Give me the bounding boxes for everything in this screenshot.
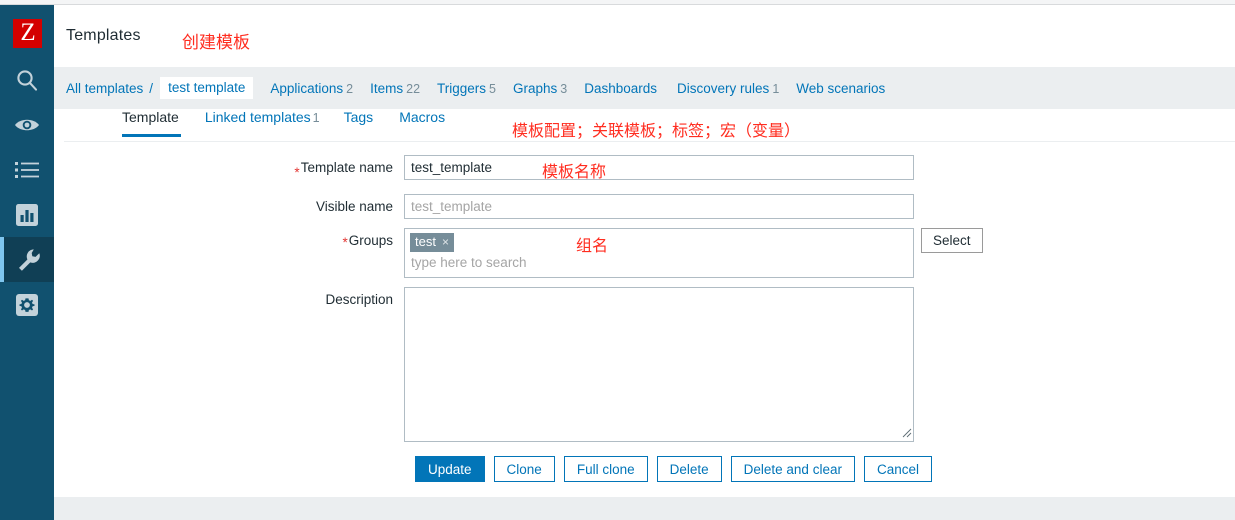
subnav-link-items[interactable]: Items 22 (370, 81, 420, 96)
field-description (404, 287, 914, 442)
subnav-count: 5 (489, 81, 496, 96)
clone-button[interactable]: Clone (493, 456, 555, 482)
eye-icon (13, 115, 41, 135)
form-row-description: Description (64, 287, 1235, 442)
subnav-count: 22 (406, 81, 421, 96)
subnav-count: 2 (346, 81, 354, 96)
page-title: Templates (66, 27, 141, 44)
sidebar-item-administration[interactable] (0, 282, 54, 327)
subnav-label: Web scenarios (796, 80, 886, 96)
subnav-label: Triggers (437, 80, 487, 96)
visible-name-input[interactable] (404, 194, 914, 219)
form-row-groups: *Groups test × type here to search 组名 Se… (64, 228, 1235, 278)
sidebar-item-configuration[interactable] (0, 237, 54, 282)
template-name-input[interactable] (404, 155, 914, 180)
subnav-label: Items (370, 80, 404, 96)
tab-tags[interactable]: Tags (344, 109, 376, 134)
gear-icon (15, 293, 39, 317)
breadcrumb-current-template[interactable]: test template (160, 77, 254, 99)
label-template-name: *Template name (64, 155, 404, 185)
subnav-link-dashboards[interactable]: Dashboards (584, 81, 660, 96)
label-text: Description (325, 292, 393, 307)
required-marker: * (342, 235, 348, 250)
label-description: Description (64, 287, 404, 312)
subnav-link-applications[interactable]: Applications 2 (270, 81, 353, 96)
form-row-visible-name: Visible name (64, 194, 1235, 219)
form-actions: Update Clone Full clone Delete Delete an… (64, 456, 1235, 482)
footer-bar (54, 497, 1235, 520)
subnav-label: Applications (270, 80, 344, 96)
required-marker: * (294, 165, 300, 180)
tab-count: 1 (312, 111, 320, 125)
update-button[interactable]: Update (415, 456, 485, 482)
field-template-name: 模板名称 (404, 155, 914, 181)
zabbix-logo[interactable]: Z (13, 19, 42, 48)
subnav-link-web-scenarios[interactable]: Web scenarios (796, 81, 888, 96)
annotation-template-name: 模板名称 (542, 162, 607, 181)
list-icon (15, 161, 39, 179)
template-form: *Template name 模板名称 Visible name *Groups (64, 155, 1235, 482)
subnav-label: Discovery rules (677, 80, 770, 96)
field-visible-name (404, 194, 914, 219)
groups-multiselect[interactable]: test × type here to search (404, 228, 914, 278)
subnav-count: 3 (560, 81, 568, 96)
select-group-button[interactable]: Select (921, 228, 983, 253)
sidebar-item-monitoring[interactable] (0, 102, 54, 147)
label-text: Visible name (315, 199, 393, 214)
subnav-label: Graphs (513, 80, 558, 96)
subnav-link-discovery-rules[interactable]: Discovery rules 1 (677, 81, 779, 96)
annotation-tabs: 模板配置；关联模板；标签；宏（变量） (512, 121, 801, 140)
tab-label: Macros (399, 109, 446, 125)
sidebar-item-reports[interactable] (0, 192, 54, 237)
breadcrumb-all-templates[interactable]: All templates (66, 81, 143, 96)
groups-search-placeholder[interactable]: type here to search (410, 252, 908, 270)
template-form-panel: Template Linked templates 1 Tags Macros 模… (64, 109, 1235, 502)
subnav: All templates / test template Applicatio… (54, 67, 1235, 109)
delete-button[interactable]: Delete (656, 456, 722, 482)
page-header: Templates 创建模板 (54, 5, 1235, 63)
label-text: Template name (300, 160, 393, 175)
tab-label: Template (122, 109, 179, 125)
tab-bar: Template Linked templates 1 Tags Macros 模… (64, 109, 1235, 142)
main-content: Templates 创建模板 All templates / test temp… (54, 5, 1235, 520)
description-textarea[interactable] (404, 287, 914, 442)
subnav-link-triggers[interactable]: Triggers 5 (437, 81, 496, 96)
tab-template[interactable]: Template (122, 109, 181, 137)
annotation-create-template: 创建模板 (182, 33, 250, 53)
subnav-label: Dashboards (584, 80, 658, 96)
sidebar-item-search[interactable] (0, 57, 54, 102)
logo-letter: Z (20, 19, 35, 46)
tab-macros[interactable]: Macros (399, 109, 447, 134)
wrench-icon (16, 247, 42, 273)
tab-linked-templates[interactable]: Linked templates 1 (205, 109, 320, 134)
cancel-button[interactable]: Cancel (863, 456, 932, 482)
chip-remove-icon[interactable]: × (442, 234, 449, 250)
label-text: Groups (348, 233, 393, 248)
sidebar: Z (0, 5, 54, 520)
search-icon (14, 67, 40, 93)
full-clone-button[interactable]: Full clone (563, 456, 648, 482)
annotation-groups: 组名 (576, 236, 609, 255)
subnav-link-graphs[interactable]: Graphs 3 (513, 81, 567, 96)
sidebar-item-inventory[interactable] (0, 147, 54, 192)
chart-bar-icon (15, 203, 39, 227)
tab-label: Tags (343, 109, 374, 125)
field-groups: test × type here to search 组名 Select (404, 228, 983, 278)
form-row-template-name: *Template name 模板名称 (64, 155, 1235, 185)
delete-and-clear-button[interactable]: Delete and clear (730, 456, 855, 482)
tab-label: Linked templates (204, 109, 311, 125)
chip-label: test (415, 234, 436, 249)
subnav-count: 1 (772, 81, 780, 96)
label-groups: *Groups (64, 228, 404, 253)
group-chip-test[interactable]: test × (410, 233, 454, 252)
label-visible-name: Visible name (64, 194, 404, 219)
breadcrumb-separator: / (149, 80, 154, 96)
